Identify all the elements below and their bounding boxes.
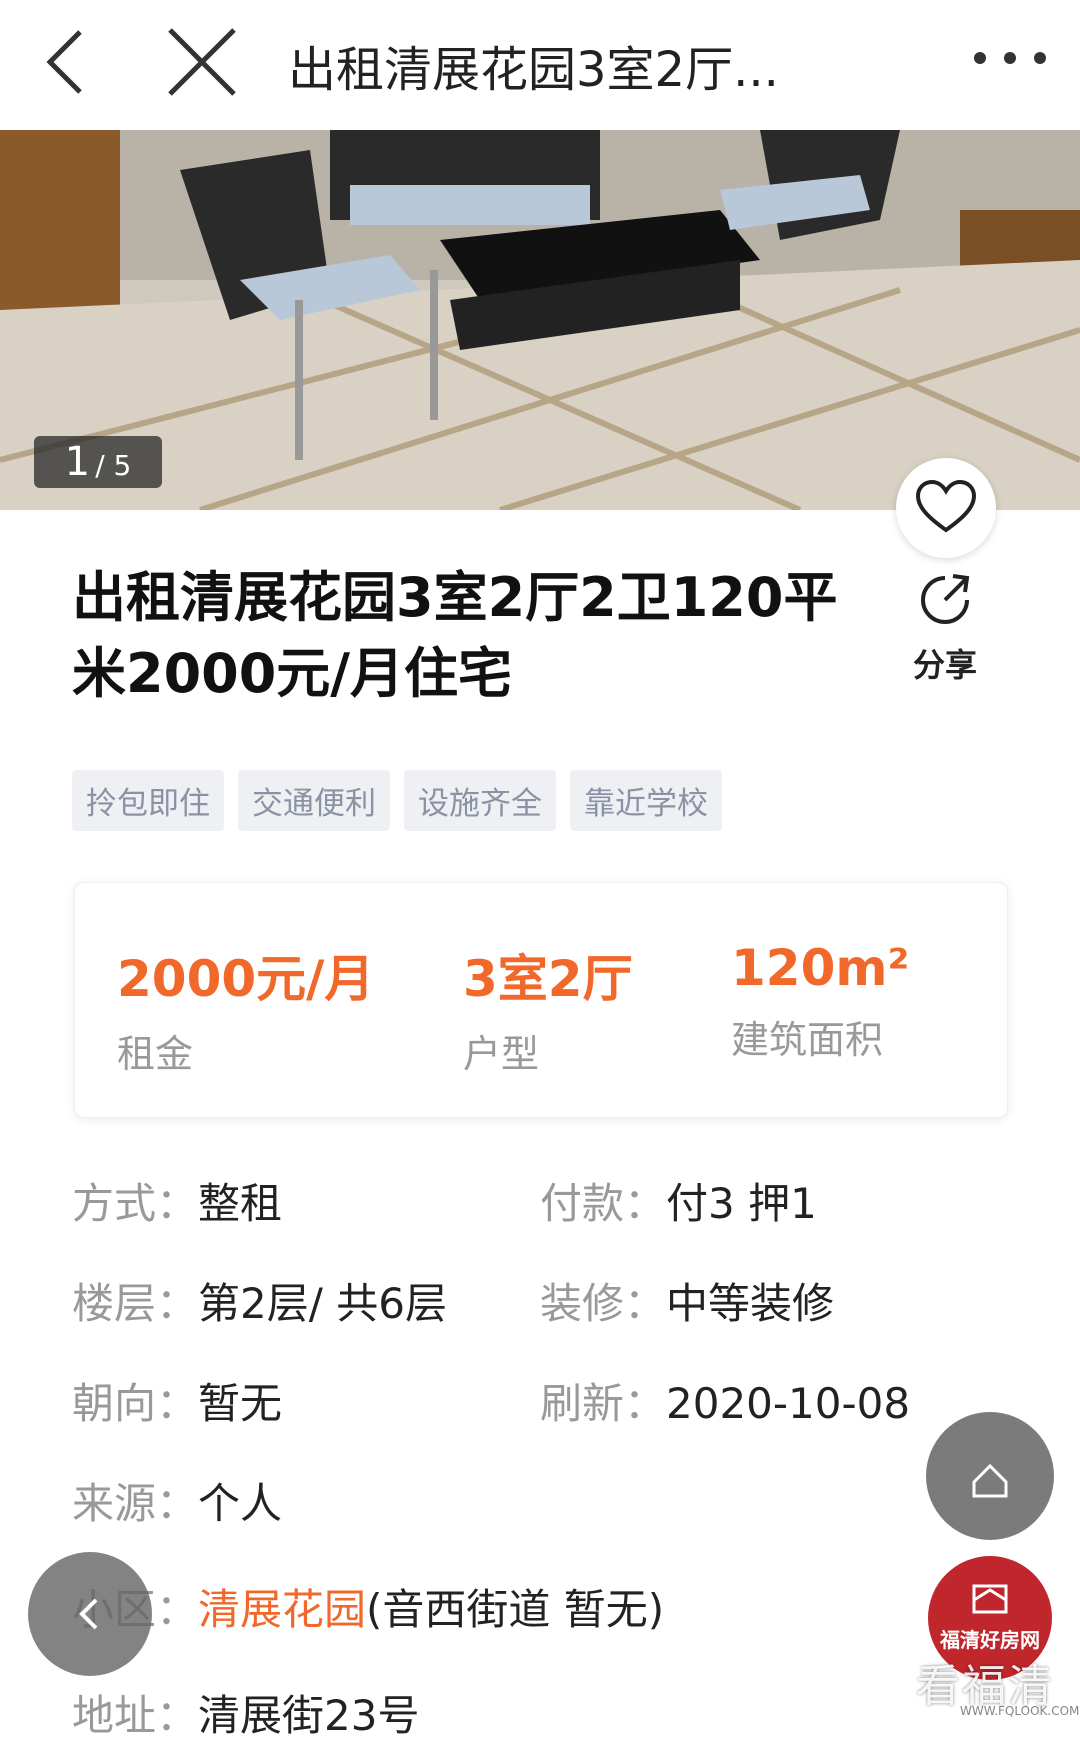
layout-value: 3室2厅 [463, 950, 633, 1008]
detail-value: 暂无 [198, 1379, 283, 1428]
rent-value: 2000元/月 [117, 950, 375, 1008]
home-icon [972, 1463, 1008, 1498]
detail-value: 2020-10-08 [666, 1379, 911, 1428]
brand-logo-text: 福清好房网 [940, 1628, 1040, 1652]
favorite-button[interactable] [896, 458, 996, 558]
tag-item: 拎包即住 [72, 770, 224, 831]
area-stat: 120m² 建筑面积 [731, 939, 909, 1064]
detail-value: 中等装修 [666, 1279, 835, 1328]
detail-key: 装修： [540, 1279, 667, 1328]
area-label: 建筑面积 [731, 1018, 884, 1062]
photo-counter-total: / 5 [95, 449, 132, 482]
float-back-button[interactable] [28, 1552, 152, 1676]
more-button[interactable] [970, 40, 1050, 76]
detail-decoration: 装修：中等装修 [540, 1270, 834, 1331]
layout-label: 户型 [463, 1032, 540, 1076]
detail-value: 清展街23号 [198, 1691, 420, 1740]
detail-key: 楼层： [72, 1279, 199, 1328]
tag-item: 设施齐全 [404, 770, 556, 831]
detail-key: 来源： [72, 1479, 199, 1528]
close-button[interactable] [160, 20, 244, 104]
detail-value: 整租 [198, 1179, 283, 1228]
summary-card: 2000元/月 租金 3室2厅 户型 120m² 建筑面积 [74, 882, 1008, 1118]
detail-community: 小区：清展花园(音西街道 暂无) [72, 1576, 664, 1637]
detail-refresh: 刷新：2020-10-08 [540, 1370, 910, 1431]
close-icon [168, 28, 236, 96]
detail-key: 朝向： [72, 1379, 199, 1428]
listing-photo[interactable] [0, 130, 1080, 510]
detail-key: 付款： [540, 1179, 667, 1228]
heart-icon [915, 479, 977, 533]
page-title: 出租清展花园3室2厅... [288, 42, 779, 98]
share-icon [921, 574, 970, 624]
detail-value: 第2层/ 共6层 [198, 1279, 447, 1328]
chevron-left-icon [79, 1598, 98, 1630]
detail-floor: 楼层：第2层/ 共6层 [72, 1270, 447, 1331]
photo-counter: 1 / 5 [34, 436, 162, 488]
share-label: 分享 [912, 646, 977, 684]
room-photo-image [0, 130, 1080, 510]
chevron-left-icon [46, 30, 82, 94]
more-dots-icon [974, 52, 1046, 64]
layout-stat: 3室2厅 户型 [463, 939, 633, 1078]
watermark-url: WWW.FQLOOK.COM [960, 1704, 1080, 1718]
detail-key: 刷新： [540, 1379, 667, 1428]
detail-orientation: 朝向：暂无 [72, 1370, 282, 1431]
detail-key: 地址： [72, 1691, 199, 1740]
community-link[interactable]: 清展花园 [198, 1585, 366, 1634]
detail-value: (音西街道 暂无) [366, 1585, 665, 1634]
photo-counter-current: 1 [64, 439, 91, 485]
detail-value: 付3 押1 [666, 1179, 817, 1228]
detail-address: 地址：清展街23号 [72, 1682, 419, 1743]
top-bar: 出租清展花园3室2厅... [0, 0, 1080, 130]
area-value: 120m² [731, 939, 910, 997]
listing-title: 出租清展花园3室2厅2卫120平米2000元/月住宅 [72, 566, 838, 705]
detail-mode: 方式：整租 [72, 1170, 282, 1231]
share-button[interactable]: 分享 [900, 570, 990, 686]
detail-key: 方式： [72, 1179, 199, 1228]
home-button[interactable] [926, 1412, 1054, 1540]
detail-payment: 付款：付3 押1 [540, 1170, 817, 1231]
tag-item: 交通便利 [238, 770, 390, 831]
feature-tags: 拎包即住 交通便利 设施齐全 靠近学校 [72, 770, 722, 831]
detail-value: 个人 [198, 1479, 283, 1528]
rent-stat: 2000元/月 租金 [117, 939, 374, 1078]
detail-source: 来源：个人 [72, 1470, 282, 1531]
tag-item: 靠近学校 [570, 770, 722, 831]
back-button[interactable] [30, 22, 110, 102]
rent-label: 租金 [117, 1032, 194, 1076]
